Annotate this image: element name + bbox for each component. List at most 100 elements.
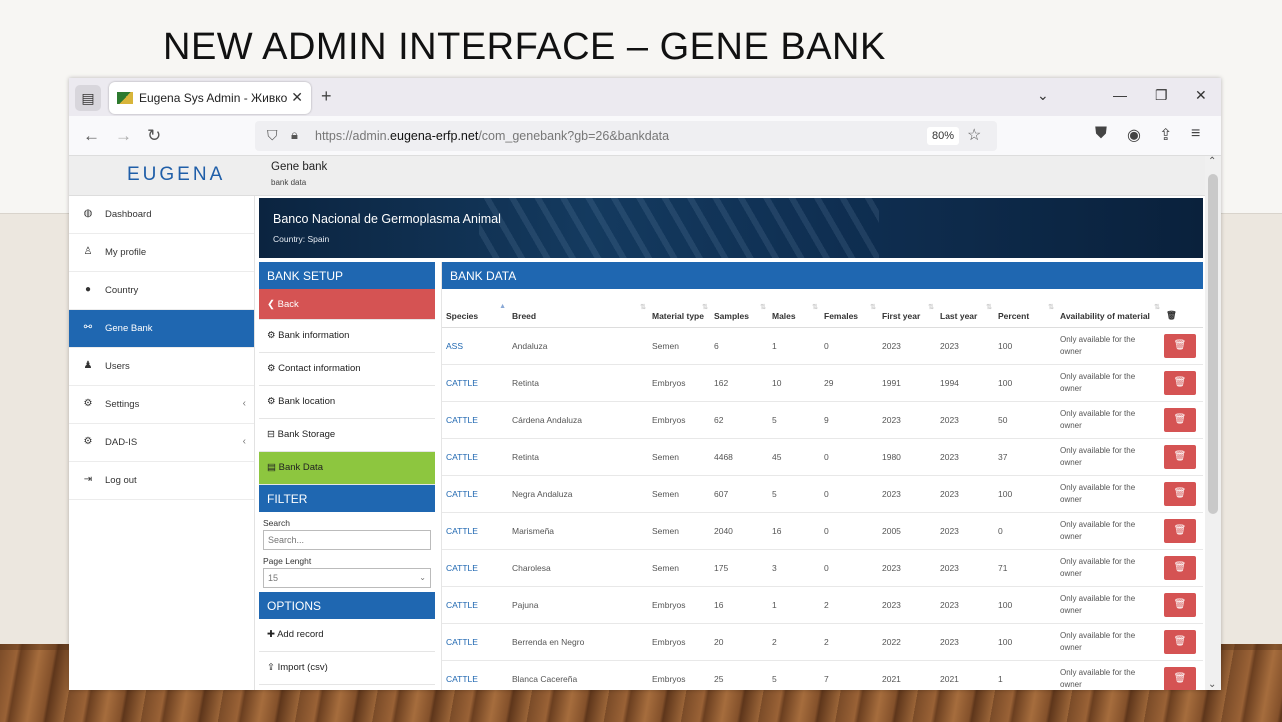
column-header-samples[interactable]: Samples ⇅ (710, 289, 768, 328)
scroll-up-icon[interactable]: ⌃ (1208, 156, 1216, 167)
contact-information-link[interactable]: ⚙ Contact information (259, 353, 435, 386)
cell-samples: 16 (710, 586, 768, 624)
sidebar-item-my-profile[interactable]: ♙ My profile (69, 234, 254, 272)
cell-species[interactable]: CATTLE (442, 512, 508, 550)
delete-row-button[interactable]: 🗑︎ (1164, 333, 1196, 358)
shield-icon[interactable]: ⛉ (267, 127, 278, 144)
new-tab-icon[interactable]: + (321, 86, 332, 107)
column-header-material-type[interactable]: Material type ⇅ (648, 289, 710, 328)
scroll-down-icon[interactable]: ⌄ (1208, 679, 1216, 690)
menu-icon[interactable]: ≡ (1191, 125, 1200, 143)
cell-species[interactable]: CATTLE (442, 475, 508, 513)
cogs-icon: ⚙ (83, 398, 93, 409)
table-row: CATTLE Retinta Embryos 162 10 29 1991 1994 100 On… (442, 364, 1203, 402)
chevron-down-icon[interactable]: ⌄ (1037, 87, 1049, 104)
delete-row-button[interactable]: 🗑︎ (1164, 407, 1196, 432)
address-bar[interactable]: ⛉ 🔒︎ https://admin.eugena-erfp.net/com_g… (255, 121, 997, 151)
database-icon: ▤ (267, 462, 279, 473)
column-header-availability[interactable]: Availability of material ⇅ (1056, 289, 1162, 328)
cell-females: 9 (820, 401, 878, 439)
cell-species[interactable]: CATTLE (442, 660, 508, 690)
cell-percent: 100 (994, 623, 1056, 661)
add-record-button[interactable]: ✚ Add record (259, 619, 435, 652)
cell-species[interactable]: ASS (442, 327, 508, 365)
forward-arrow-icon[interactable]: → (115, 126, 132, 146)
cell-first: 2005 (878, 512, 936, 550)
cell-avail: Only available for the owner (1056, 586, 1162, 624)
column-header-females[interactable]: Females ⇅ (820, 289, 878, 328)
sidebar-item-country[interactable]: ● Country (69, 272, 254, 310)
page-length-select[interactable]: 15 ⌄ (263, 568, 431, 588)
chevron-left-icon: ❮ (267, 299, 278, 310)
delete-row-button[interactable]: 🗑︎ (1164, 592, 1196, 617)
back-arrow-icon[interactable]: ← (83, 126, 100, 146)
cell-species[interactable]: CATTLE (442, 623, 508, 661)
bank-data-header: BANK DATA (442, 262, 1203, 289)
delete-row-button[interactable]: 🗑︎ (1164, 481, 1196, 506)
bank-data-link[interactable]: ▤ Bank Data (259, 452, 435, 485)
account-icon[interactable]: ◉ (1127, 125, 1141, 145)
cell-species[interactable]: CATTLE (442, 401, 508, 439)
cell-species[interactable]: CATTLE (442, 364, 508, 402)
cell-avail: Only available for the owner (1056, 401, 1162, 439)
pocket-icon[interactable]: ⛊ (1095, 125, 1107, 143)
cell-breed: Blanca Cacereña (508, 660, 648, 690)
cell-material: Embryos (648, 623, 710, 661)
bank-information-link[interactable]: ⚙ Bank information (259, 320, 435, 353)
bank-storage-link[interactable]: ⊟ Bank Storage (259, 419, 435, 452)
cell-breed: Retinta (508, 364, 648, 402)
delete-row-button[interactable]: 🗑︎ (1164, 629, 1196, 654)
cell-species[interactable]: CATTLE (442, 586, 508, 624)
eugena-logo[interactable]: EUGENA (127, 164, 225, 186)
cell-last: 2023 (936, 327, 994, 365)
cell-avail: Only available for the owner (1056, 475, 1162, 513)
bank-data-table: Species ▲ Breed ⇅ Material type ⇅ Samples ⇅ … (442, 289, 1203, 690)
sidebar-item-users[interactable]: ♟ Users (69, 348, 254, 386)
import-csv-button[interactable]: ⇪ Import (csv) (259, 652, 435, 685)
reload-icon[interactable]: ↻ (147, 126, 161, 146)
column-header-percent[interactable]: Percent ⇅ (994, 289, 1056, 328)
cell-first: 1980 (878, 438, 936, 476)
column-header-first-year[interactable]: First year ⇅ (878, 289, 936, 328)
cell-material: Semen (648, 549, 710, 587)
extensions-icon[interactable]: ⇪ (1159, 125, 1172, 145)
sidebar-item-dashboard[interactable]: ◍ Dashboard (69, 196, 254, 234)
browser-tab[interactable]: Eugena Sys Admin - Живко Ду ✕ (109, 82, 311, 114)
close-tab-icon[interactable]: ✕ (291, 89, 303, 106)
delete-row-button[interactable]: 🗑︎ (1164, 518, 1196, 543)
column-header-last-year[interactable]: Last year ⇅ (936, 289, 994, 328)
cell-species[interactable]: CATTLE (442, 549, 508, 587)
sidebar-item-settings[interactable]: ⚙ Settings ‹ (69, 386, 254, 424)
delete-row-button[interactable]: 🗑︎ (1164, 666, 1196, 690)
cell-samples: 6 (710, 327, 768, 365)
column-header-breed[interactable]: Breed ⇅ (508, 289, 648, 328)
tab-list-icon[interactable]: ▤ (75, 85, 101, 111)
scrollbar-thumb[interactable] (1208, 174, 1218, 514)
sidebar-item-log-out[interactable]: ⇥ Log out (69, 462, 254, 500)
bank-location-link[interactable]: ⚙ Bank location (259, 386, 435, 419)
lock-icon[interactable]: 🔒︎ (291, 127, 298, 143)
search-input[interactable] (263, 530, 431, 550)
cell-females: 2 (820, 586, 878, 624)
bookmark-star-icon[interactable]: ☆ (967, 125, 981, 145)
cell-first: 2023 (878, 327, 936, 365)
minimize-icon[interactable]: — (1113, 87, 1127, 103)
close-window-icon[interactable]: ✕ (1195, 87, 1207, 104)
sidebar-item-gene-bank[interactable]: ⚯ Gene Bank (69, 310, 254, 348)
url-text[interactable]: https://admin.eugena-erfp.net/com_geneba… (315, 129, 669, 143)
add-record-label: Add record (277, 629, 324, 640)
table-row: CATTLE Berrenda en Negro Embryos 20 2 2 2022 20… (442, 623, 1203, 661)
zoom-level[interactable]: 80% (927, 127, 959, 145)
cell-species[interactable]: CATTLE (442, 438, 508, 476)
delete-row-button[interactable]: 🗑︎ (1164, 370, 1196, 395)
column-header-males[interactable]: Males ⇅ (768, 289, 820, 328)
delete-row-button[interactable]: 🗑︎ (1164, 444, 1196, 469)
back-button[interactable]: ❮ Back (259, 289, 435, 320)
delete-row-button[interactable]: 🗑︎ (1164, 555, 1196, 580)
sidebar-item-dad-is[interactable]: ⚙ DAD-IS ‹ (69, 424, 254, 462)
column-header-species[interactable]: Species ▲ (442, 289, 508, 328)
sidebar-item-label: My profile (105, 247, 147, 258)
page-scrollbar[interactable]: ⌃ ⌄ (1205, 156, 1221, 690)
cell-breed: Pajuna (508, 586, 648, 624)
restore-icon[interactable]: ❐ (1155, 87, 1168, 104)
